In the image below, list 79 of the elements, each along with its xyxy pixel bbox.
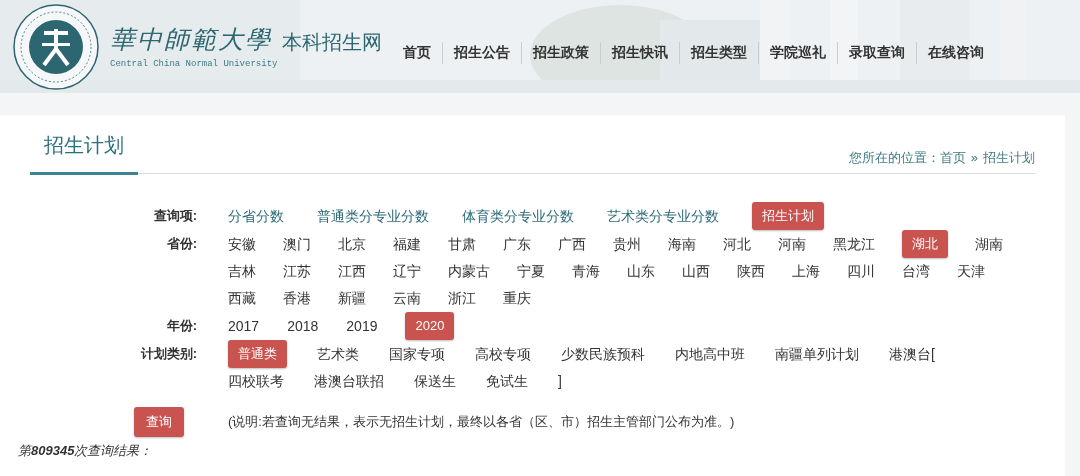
filter-option[interactable]: 天津 [957,258,985,285]
english-name: Central China Normal University [110,58,279,72]
filter-option[interactable]: ] [558,368,586,395]
filter-option[interactable]: 港澳台[ [889,340,935,368]
filter-option[interactable]: 港澳台联招 [314,368,384,395]
filter-option[interactable]: 江苏 [283,258,311,285]
filter-option[interactable]: 艺术类 [317,340,359,368]
nav-link[interactable]: 录取查询 [838,42,916,63]
filter-option[interactable]: 宁夏 [517,258,545,285]
filter-option[interactable]: 南疆单列计划 [775,340,859,368]
filter-option[interactable]: 西藏 [228,285,256,312]
breadcrumb-link[interactable]: 首页 [939,147,966,167]
filter-option[interactable]: 内地高中班 [675,340,745,368]
filter-option[interactable]: 山东 [627,258,655,285]
filter-option[interactable]: 2017 [228,312,260,340]
result-count: 第809345次查询结果： [18,442,154,460]
filter-label: 计划类别: [139,345,197,363]
filter-option[interactable]: 2018 [287,312,319,340]
filter-option[interactable]: 安徽 [228,230,256,258]
filter-option[interactable]: 河南 [778,230,806,258]
filter-option[interactable]: 澳门 [283,230,311,258]
filter-option[interactable]: 贵州 [613,230,641,258]
filter-option[interactable]: 浙江 [448,285,476,312]
filter-label: 查询项: [152,207,197,225]
filter-option[interactable]: 招生计划 [752,202,824,230]
filter-option[interactable]: 普通类分专业分数 [317,202,429,230]
filter-option[interactable]: 少数民族预科 [561,340,645,368]
filter-option[interactable]: 海南 [668,230,696,258]
query-button[interactable]: 查询 [134,407,184,437]
filter-option[interactable]: 四川 [847,258,875,285]
nav-link[interactable]: 招生政策 [522,42,600,63]
filter-option[interactable]: 吉林 [228,258,256,285]
filter-option[interactable]: 分省分数 [228,202,284,230]
filter-option[interactable]: 上海 [792,258,820,285]
filter-option[interactable]: 黑龙江 [833,230,875,258]
filter-option[interactable]: 广西 [558,230,586,258]
nav-link[interactable]: 招生快讯 [601,42,679,63]
site-name: 本科招生网 [282,32,382,53]
filter-label: 年份: [165,317,197,335]
filter-option[interactable]: 辽宁 [393,258,421,285]
filter-option[interactable]: 山西 [682,258,710,285]
filter-label: 省份: [165,235,197,253]
filter-option[interactable]: 台湾 [902,258,930,285]
breadcrumb-separator: » [970,148,978,167]
filter-option[interactable]: 免试生 [486,368,528,395]
filter-option[interactable]: 北京 [338,230,366,258]
brand-calligraphy: 華中師範大學 [110,27,272,53]
breadcrumb-prefix: 您所在的位置： [848,148,940,167]
nav-link[interactable]: 在线咨询 [917,42,995,63]
filter-option[interactable]: 国家专项 [389,340,445,368]
filter-option[interactable]: 陕西 [737,258,765,285]
filter-option[interactable]: 内蒙古 [448,258,490,285]
filter-option[interactable]: 体育类分专业分数 [462,202,574,230]
filter-option[interactable]: 湖南 [975,230,1003,258]
filter-option[interactable]: 河北 [723,230,751,258]
filter-option[interactable]: 福建 [393,230,421,258]
filter-option[interactable]: 湖北 [902,230,948,258]
filter-option[interactable]: 新疆 [338,285,366,312]
filter-option[interactable]: 广东 [503,230,531,258]
filter-option[interactable]: 高校专项 [475,340,531,368]
nav-link[interactable]: 招生公告 [443,42,521,63]
filter-option[interactable]: 云南 [393,285,421,312]
filter-option[interactable]: 2019 [346,312,378,340]
breadcrumb-link[interactable]: 招生计划 [983,147,1035,167]
filter-option[interactable]: 2020 [405,312,455,340]
filter-option[interactable]: 香港 [283,285,311,312]
note-text: (说明:若查询无结果，表示无招生计划，最终以各省（区、市）招生主管部门公布为准。) [228,413,735,432]
filter-option[interactable]: 普通类 [228,340,287,368]
nav-link[interactable]: 学院巡礼 [759,42,837,63]
filter-option[interactable]: 江西 [338,258,366,285]
seal-logo-icon [12,2,100,91]
filter-option[interactable]: 重庆 [503,285,531,312]
filter-option[interactable]: 艺术类分专业分数 [607,202,719,230]
filter-option[interactable]: 保送生 [414,368,456,395]
page-title: 招生计划 [30,130,138,175]
nav-link[interactable]: 首页 [392,42,442,63]
filter-option[interactable]: 青海 [572,258,600,285]
filter-option[interactable]: 四校联考 [228,368,284,395]
filter-option[interactable]: 甘肃 [448,230,476,258]
